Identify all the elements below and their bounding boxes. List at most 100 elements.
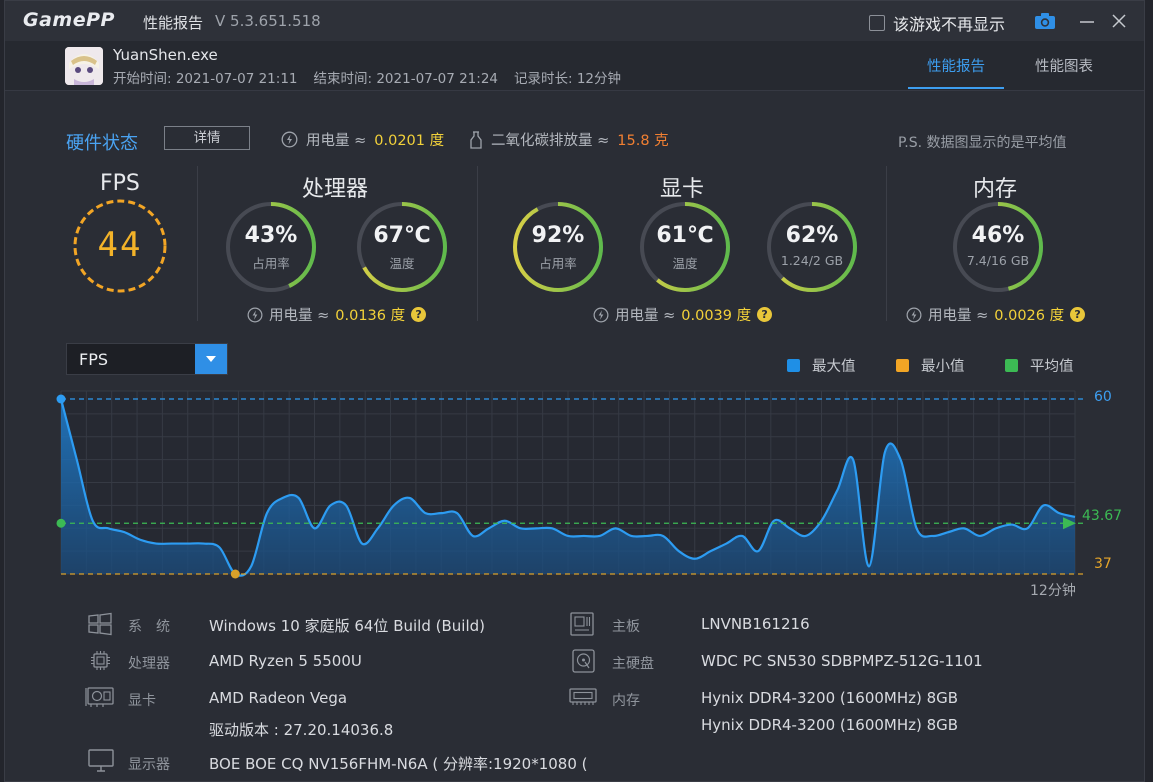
- tab-performance-chart[interactable]: 性能图表: [1035, 55, 1093, 76]
- gpu-power-value: 0.0039 度: [681, 308, 752, 324]
- cpu-value: AMD Ryzen 5 5500U: [209, 652, 362, 670]
- display-label: 显示器: [128, 757, 170, 773]
- no-show-label: 该游戏不再显示: [893, 15, 1006, 34]
- no-show-checkbox[interactable]: [869, 15, 885, 31]
- cpu-chip-icon: [87, 649, 113, 673]
- section-divider: [197, 166, 198, 321]
- titlebar: GamePP 性能报告 V 5.3.651.518 该游戏不再显示: [5, 1, 1144, 41]
- min-point: [230, 569, 240, 579]
- metric-select[interactable]: FPS: [66, 343, 228, 375]
- cpu-temp-value: 67℃: [373, 223, 431, 248]
- app-version: V 5.3.651.518: [215, 12, 321, 30]
- gpu-driver-version: 驱动版本 : 27.20.14036.8: [209, 721, 394, 739]
- co2-value: 15.8 克: [617, 133, 669, 149]
- disk-icon: [571, 649, 597, 673]
- max-point: [56, 394, 66, 404]
- gpu-vram-gauge: 62% 1.24/2 GB: [764, 199, 860, 295]
- legend-avg-label: 平均值: [1030, 359, 1074, 375]
- chevron-down-icon: [206, 356, 216, 362]
- cpu-power: 用电量 ≈ 0.0136 度 ?: [247, 304, 427, 325]
- legend-max-label: 最大值: [812, 359, 856, 375]
- minimize-icon[interactable]: [1076, 11, 1098, 31]
- camera-icon[interactable]: [1034, 12, 1056, 34]
- power-icon: [247, 307, 263, 322]
- motherboard-icon: [569, 612, 595, 636]
- disk-value: WDC PC SN530 SDBPMPZ-512G-1101: [701, 652, 983, 670]
- hardware-status-title: 硬件状态: [66, 133, 138, 154]
- gpu-usage-value: 92%: [531, 223, 585, 248]
- total-power-value: 0.0201 度: [374, 133, 445, 149]
- gpu-temp-gauge: 61℃ 温度: [637, 199, 733, 295]
- legend-avg: 平均值: [1005, 355, 1074, 376]
- legend-avg-swatch: [1005, 359, 1018, 372]
- cpu-label: 处理器: [128, 656, 170, 672]
- help-icon[interactable]: ?: [411, 307, 427, 322]
- gamepp-logo: GamePP: [23, 9, 115, 31]
- gpu-label: 显卡: [128, 693, 156, 709]
- cpu-power-value: 0.0136 度: [335, 308, 406, 324]
- gpu-usage-gauge: 92% 占用率: [510, 199, 606, 295]
- section-divider: [886, 166, 887, 321]
- windows-icon: [87, 612, 113, 636]
- legend-min-label: 最小值: [921, 359, 965, 375]
- fps-value: 44: [97, 225, 143, 265]
- total-power-label: 用电量 ≈: [306, 133, 367, 149]
- dropdown-button[interactable]: [195, 344, 227, 374]
- gpu-vram-label: 1.24/2 GB: [780, 253, 844, 268]
- game-exe: YuanShen.exe: [113, 46, 218, 64]
- gpu-power: 用电量 ≈ 0.0039 度 ?: [593, 304, 773, 325]
- memory-usage-label: 7.4/16 GB: [966, 253, 1030, 268]
- power-icon: [593, 307, 609, 322]
- memory-module-2: Hynix DDR4-3200 (1600MHz) 8GB: [701, 716, 959, 734]
- memory-module-1: Hynix DDR4-3200 (1600MHz) 8GB: [701, 689, 959, 707]
- tab-performance-report[interactable]: 性能报告: [927, 55, 985, 76]
- cpu-temp-gauge: 67℃ 温度: [354, 199, 450, 295]
- chart-x-end-label: 12分钟: [1030, 583, 1076, 599]
- app-title: 性能报告: [143, 14, 204, 32]
- details-button[interactable]: 详情: [164, 126, 250, 150]
- co2-emission: 二氧化碳排放量 ≈ 15.8 克: [469, 129, 669, 150]
- help-icon[interactable]: ?: [757, 307, 773, 322]
- power-icon: [906, 307, 922, 322]
- board-label: 主板: [612, 619, 640, 635]
- memory-power-value: 0.0026 度: [994, 308, 1065, 324]
- total-power: 用电量 ≈ 0.0201 度: [281, 129, 444, 150]
- avg-value-label: 43.67: [1082, 508, 1123, 524]
- fps-chart: 60 43.67 37 12分钟: [5, 381, 1146, 601]
- memory-label: 内存: [612, 693, 640, 709]
- cpu-power-label: 用电量 ≈: [269, 308, 330, 324]
- monitor-icon: [87, 748, 114, 772]
- game-avatar: [65, 47, 103, 85]
- memory-usage-gauge: 46% 7.4/16 GB: [950, 199, 1046, 295]
- legend-max: 最大值: [787, 355, 856, 376]
- metric-select-value: FPS: [79, 350, 109, 369]
- max-value-label: 60: [1094, 389, 1112, 405]
- avg-point: [56, 518, 66, 528]
- disk-label: 主硬盘: [612, 656, 654, 672]
- co2-icon: [470, 131, 482, 149]
- legend-min-swatch: [896, 359, 909, 372]
- cpu-usage-label: 占用率: [252, 256, 290, 271]
- os-label: 系 统: [128, 619, 170, 635]
- legend-max-swatch: [787, 359, 800, 372]
- min-value-label: 37: [1094, 556, 1112, 572]
- gpu-vram-value: 62%: [785, 223, 839, 248]
- section-divider: [477, 166, 478, 321]
- record-duration: 记录时长: 12分钟: [514, 71, 622, 87]
- no-show-toggle[interactable]: 该游戏不再显示: [869, 11, 1005, 35]
- memory-module-icon: [568, 685, 597, 709]
- close-icon[interactable]: [1108, 11, 1130, 31]
- gpu-temp-label: 温度: [672, 256, 698, 271]
- end-time: 结束时间: 2021-07-07 21:24: [313, 71, 499, 87]
- memory-power-label: 用电量 ≈: [928, 308, 989, 324]
- gpu-temp-value: 61℃: [656, 223, 714, 248]
- help-icon[interactable]: ?: [1070, 307, 1086, 322]
- legend-min: 最小值: [896, 355, 965, 376]
- gpu-value: AMD Radeon Vega: [209, 689, 348, 707]
- memory-usage-value: 46%: [971, 223, 1025, 248]
- session-header: YuanShen.exe 开始时间: 2021-07-07 21:11 结束时间…: [5, 41, 1144, 91]
- fps-chart-svg: [56, 390, 1085, 579]
- board-value: LNVNB161216: [701, 615, 810, 633]
- cpu-usage-value: 43%: [244, 223, 298, 248]
- memory-power: 用电量 ≈ 0.0026 度 ?: [906, 304, 1086, 325]
